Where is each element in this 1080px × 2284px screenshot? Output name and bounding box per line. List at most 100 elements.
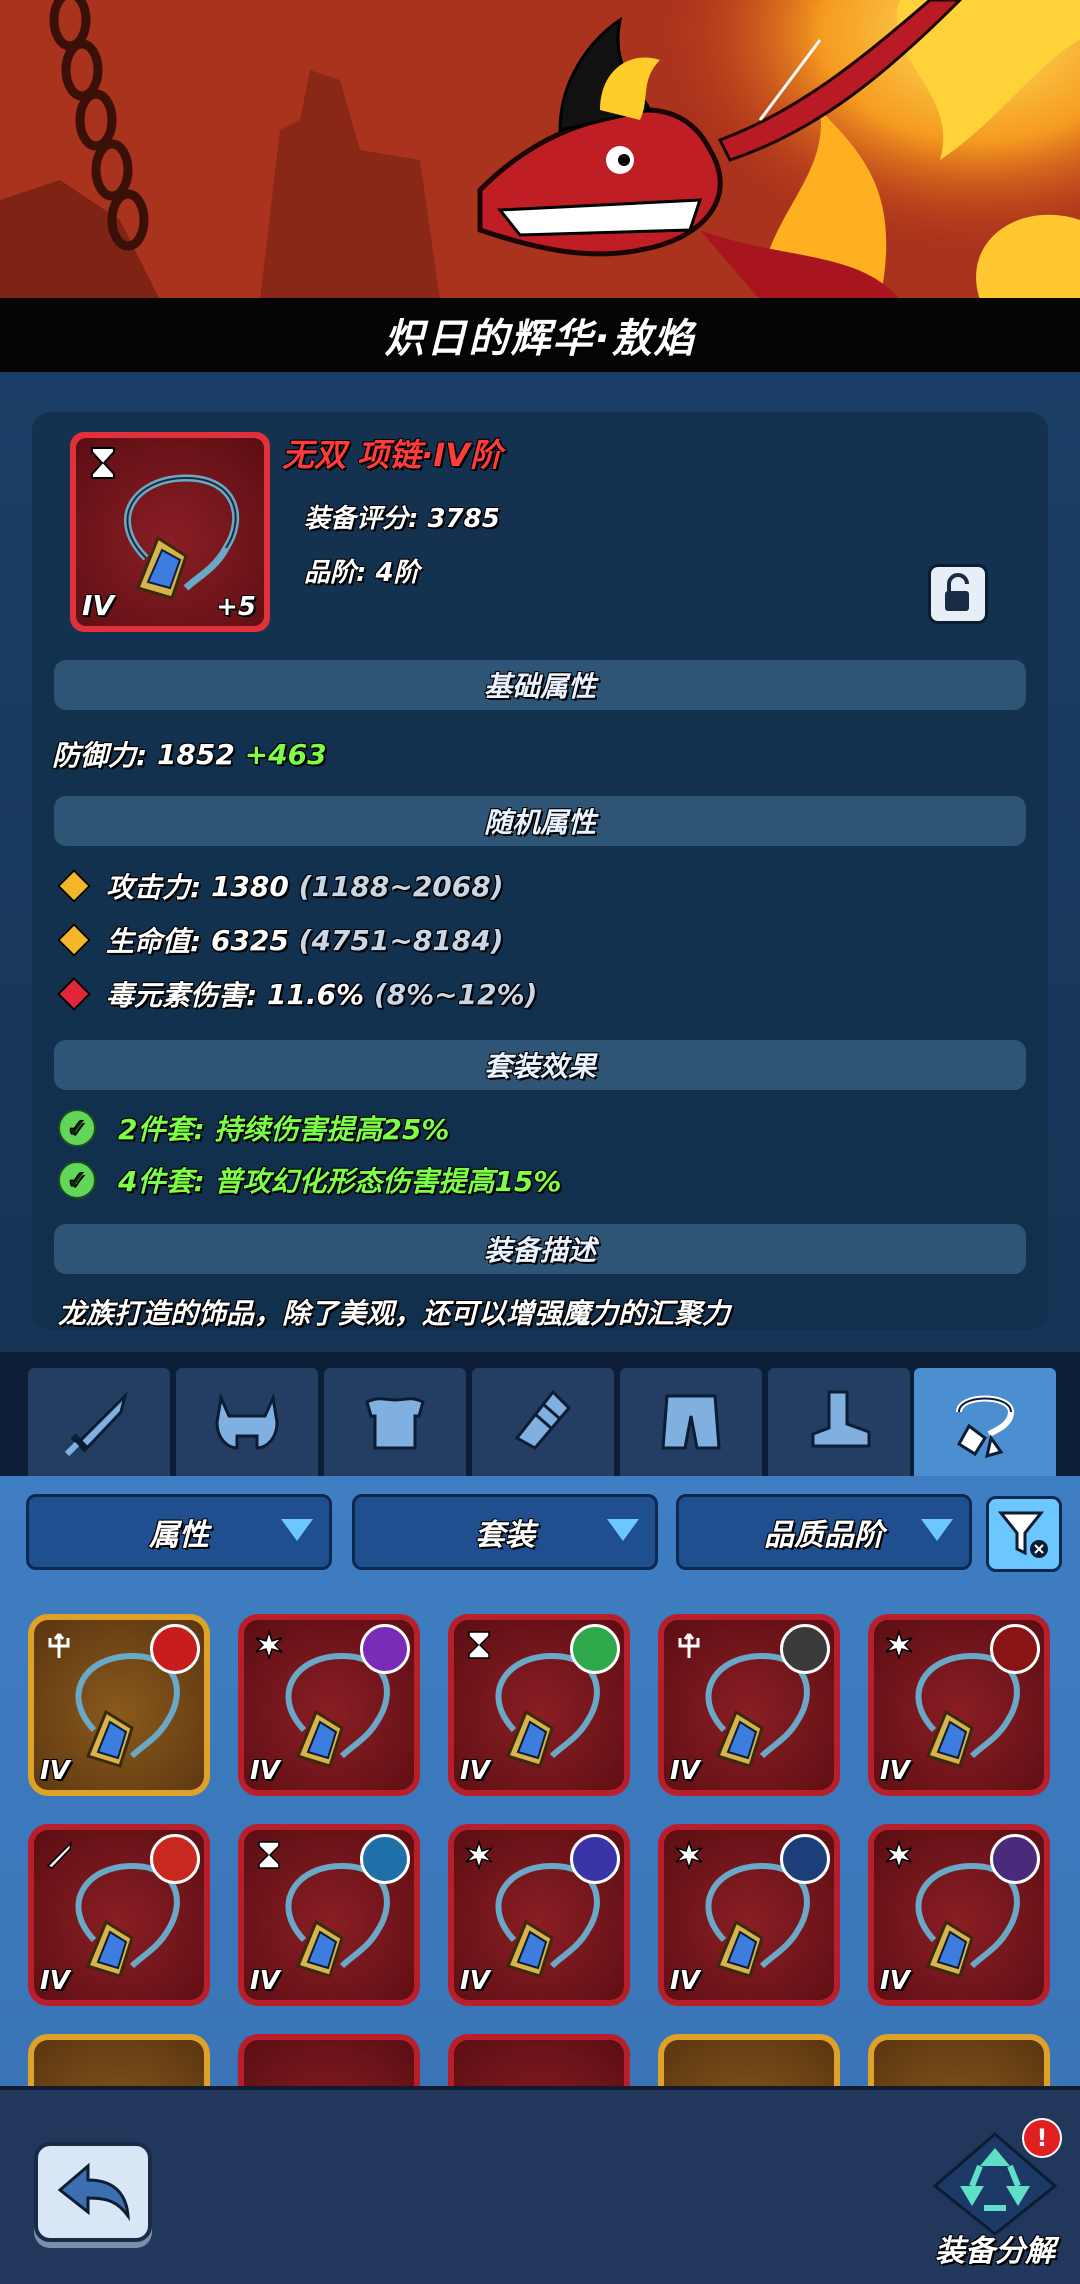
notification-badge: ! bbox=[1022, 2118, 1062, 2158]
burst-icon bbox=[885, 1630, 913, 1660]
inventory-item[interactable]: IV bbox=[28, 1824, 210, 2006]
gauntlet-icon bbox=[514, 1389, 572, 1450]
stat-value: 1380 bbox=[210, 869, 289, 903]
sword-icon bbox=[64, 1391, 128, 1457]
attribute-filter-dropdown[interactable]: 属性 bbox=[26, 1494, 332, 1570]
tier-label: IV bbox=[40, 1756, 70, 1786]
tier-label: IV bbox=[880, 1966, 910, 1996]
banner-title-bar: 炽日的辉华·敖焰 bbox=[0, 298, 1080, 372]
burst-icon bbox=[885, 1840, 913, 1870]
set-filter-dropdown[interactable]: 套装 bbox=[352, 1494, 658, 1570]
stat-value: 11.6% bbox=[266, 977, 365, 1011]
defense-bonus: +463 bbox=[244, 737, 327, 771]
tier-label: IV bbox=[250, 1966, 280, 1996]
defense-stat: 防御力: 1852 +463 bbox=[52, 734, 327, 774]
section-base-attributes: 基础属性 bbox=[54, 660, 1026, 710]
item-frame: IV bbox=[454, 1830, 624, 2000]
item-frame: IV bbox=[34, 1830, 204, 2000]
enhance-level: +5 bbox=[216, 592, 256, 622]
filter-clear-icon bbox=[997, 1511, 1048, 1558]
tier-label: IV bbox=[460, 1756, 490, 1786]
item-frame: IV bbox=[664, 1830, 834, 2000]
tab-armor[interactable] bbox=[324, 1368, 466, 1476]
hero-title: 炽日的辉华·敖焰 bbox=[384, 316, 696, 362]
item-frame bbox=[34, 2040, 204, 2086]
back-button[interactable] bbox=[34, 2142, 152, 2242]
inventory-item[interactable]: IV bbox=[238, 1614, 420, 1796]
stat-range: (8%~12%) bbox=[373, 977, 538, 1011]
inventory-item-partial[interactable] bbox=[868, 2034, 1050, 2086]
inventory-item[interactable]: IV bbox=[448, 1824, 630, 2006]
tab-boots[interactable] bbox=[768, 1368, 910, 1476]
necklace-icon bbox=[956, 1395, 1015, 1459]
burst-icon bbox=[675, 1840, 703, 1870]
trident-icon bbox=[48, 1633, 70, 1658]
salvage-button[interactable]: ! 装备分解 bbox=[920, 2110, 1080, 2280]
item-frame: IV bbox=[244, 1830, 414, 2000]
unlock-icon bbox=[945, 573, 969, 611]
set-filter-label: 套装 bbox=[475, 1518, 535, 1553]
helmet-icon bbox=[215, 1392, 279, 1450]
gold-diamond-icon bbox=[57, 923, 91, 957]
tab-helmet[interactable] bbox=[176, 1368, 318, 1476]
stat-value: 6325 bbox=[210, 923, 289, 957]
item-frame: IV bbox=[664, 1620, 834, 1790]
bottom-bar: ! 装备分解 bbox=[0, 2086, 1080, 2284]
section-set-effects: 套装效果 bbox=[54, 1040, 1026, 1090]
inventory-item[interactable]: IV bbox=[448, 1614, 630, 1796]
check-icon: ✓ bbox=[58, 1161, 96, 1199]
hero-avatar bbox=[780, 1624, 830, 1674]
hero-avatar bbox=[150, 1624, 200, 1674]
set-effect-row: ✓ 4件套: 普攻幻化形态伤害提高15% bbox=[58, 1160, 561, 1200]
set-effect-row: ✓ 2件套: 持续伤害提高25% bbox=[58, 1108, 449, 1148]
tier-label: IV bbox=[670, 1966, 700, 1996]
inventory-item-partial[interactable] bbox=[448, 2034, 630, 2086]
quality-filter-dropdown[interactable]: 品质品阶 bbox=[676, 1494, 972, 1570]
check-icon: ✓ bbox=[58, 1109, 96, 1147]
burst-icon bbox=[255, 1630, 283, 1660]
item-frame: IV bbox=[874, 1620, 1044, 1790]
chevron-down-icon bbox=[281, 1519, 313, 1541]
dragon-artwork bbox=[0, 0, 1080, 300]
hero-avatar bbox=[570, 1834, 620, 1884]
tab-weapon[interactable] bbox=[28, 1368, 170, 1476]
tab-gauntlet[interactable] bbox=[472, 1368, 614, 1476]
inventory-item[interactable]: IV bbox=[658, 1614, 840, 1796]
score-line: 装备评分: 3785 bbox=[304, 498, 500, 535]
score-label: 装备评分: bbox=[304, 504, 419, 534]
tab-necklace[interactable] bbox=[914, 1368, 1056, 1476]
lock-button[interactable] bbox=[928, 564, 988, 624]
set-effect-text: 2件套: 持续伤害提高25% bbox=[118, 1113, 450, 1146]
inventory-item[interactable]: IV bbox=[658, 1824, 840, 2006]
tab-pants[interactable] bbox=[620, 1368, 762, 1476]
inventory-item[interactable]: IV bbox=[868, 1824, 1050, 2006]
set-effect-text: 4件套: 普攻幻化形态伤害提高15% bbox=[118, 1165, 562, 1198]
item-frame: IV bbox=[454, 1620, 624, 1790]
inventory-item[interactable]: IV bbox=[868, 1614, 1050, 1796]
inventory-item[interactable]: IV bbox=[28, 1614, 210, 1796]
tier-label: IV bbox=[880, 1756, 910, 1786]
sword-icon bbox=[46, 1840, 73, 1869]
hero-avatar bbox=[360, 1834, 410, 1884]
inventory-item-partial[interactable] bbox=[238, 2034, 420, 2086]
back-arrow-icon bbox=[57, 2162, 130, 2222]
red-diamond-icon bbox=[57, 977, 91, 1011]
random-stat-row: 毒元素伤害: 11.6% (8%~12%) bbox=[52, 974, 537, 1014]
burst-icon bbox=[465, 1840, 493, 1870]
stat-label: 攻击力: bbox=[106, 871, 202, 904]
section-description: 装备描述 bbox=[54, 1224, 1026, 1274]
clear-filter-button[interactable] bbox=[986, 1496, 1062, 1572]
inventory-item[interactable]: IV bbox=[238, 1824, 420, 2006]
stat-label: 生命值: bbox=[106, 925, 202, 958]
score-value: 3785 bbox=[427, 504, 500, 534]
hero-avatar bbox=[360, 1624, 410, 1674]
hero-avatar bbox=[150, 1834, 200, 1884]
pants-icon bbox=[661, 1394, 721, 1450]
random-stat-row: 攻击力: 1380 (1188~2068) bbox=[52, 866, 504, 906]
stat-range: (1188~2068) bbox=[298, 869, 504, 903]
inventory-item-partial[interactable] bbox=[28, 2034, 210, 2086]
section-random-attributes: 随机属性 bbox=[54, 796, 1026, 846]
equipment-detail-card: IV +5 无双 项链·IV阶 装备评分: 3785 品阶: 4阶 基础属性 防… bbox=[32, 412, 1048, 1330]
inventory-item-partial[interactable] bbox=[658, 2034, 840, 2086]
item-frame: IV bbox=[244, 1620, 414, 1790]
